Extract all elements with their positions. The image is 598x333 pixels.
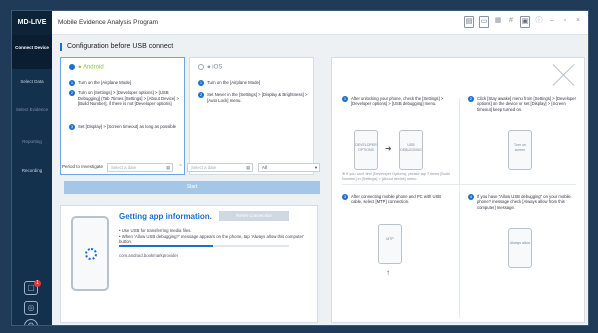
hash-icon[interactable]: #: [507, 16, 515, 28]
chevron-down-icon: ▾: [314, 165, 317, 170]
sidebar-item-reporting[interactable]: Reporting: [12, 139, 52, 145]
progress-fill: [119, 245, 213, 247]
filter-select[interactable]: All ▾: [258, 163, 320, 172]
divider: [342, 184, 576, 185]
main-panel: Configuration before USB connect ● Andro…: [52, 35, 588, 325]
info-text: When 'Allow USB debugging?' message appe…: [119, 233, 305, 245]
filter-value: All: [262, 165, 267, 170]
android-label: Android: [82, 64, 104, 71]
settings-icon[interactable]: ⚙: [24, 319, 38, 325]
radio-unselected-icon[interactable]: [198, 64, 204, 70]
ios-radio[interactable]: ● iOS: [198, 64, 222, 71]
package-name: com.android.bookmarkprovider: [119, 253, 179, 258]
getting-info-panel: Getting app information. Reset Connectio…: [60, 205, 318, 323]
phone-turn-on-screen: Turn on screen: [508, 130, 532, 170]
guide-step-1: 1 After unlocking your phone, check the […: [342, 96, 444, 107]
phone-usb-debugging: USB DEBUGGING: [399, 130, 423, 170]
sidebar-item-select-evidence[interactable]: Select Evidence: [12, 107, 52, 113]
step-text: Click [Stay awake] menu from [Settings] …: [477, 96, 577, 112]
database-icon[interactable]: ◎: [24, 301, 38, 315]
minimize-icon[interactable]: –: [548, 16, 556, 28]
period-text: Period to Investigate: [62, 164, 104, 169]
step-text: If you have "Allow USB debugging" on you…: [477, 194, 571, 210]
info-text: Use USB for transferring media files.: [121, 228, 192, 233]
restore-icon[interactable]: ▫: [561, 16, 569, 28]
date-from-input[interactable]: Select a date ▦: [107, 163, 173, 172]
title-bar: MD-LIVE Mobile Evidence Analysis Program…: [12, 11, 588, 35]
progress-bar: [119, 245, 289, 247]
step-text: Turn on [Settings] > [Developer options]…: [78, 90, 180, 107]
step-text: Turn on the [Airplane Mode]: [207, 80, 261, 85]
phone-mtp: MTP: [378, 224, 402, 264]
sidebar: Connect Device Select Data Select Eviden…: [12, 35, 52, 325]
guide-step-3: 3 After connecting mobile phone and PC wi…: [342, 194, 442, 205]
android-radio[interactable]: ● Android: [69, 64, 104, 71]
sidebar-item-connect-device[interactable]: Connect Device: [12, 35, 52, 69]
notification-badge: 1: [34, 280, 41, 287]
info-icon[interactable]: ⓘ: [535, 16, 543, 28]
date-from-placeholder: Select a date: [111, 165, 137, 170]
apple-logo-icon: ●: [207, 64, 211, 71]
phone-dev-options: DEVELOPER OPTIONS: [354, 130, 378, 170]
guide-note: ※ If you can't find [Developer Options],…: [342, 172, 450, 181]
android-step-1: 1 Turn on the [Airplane Mode]: [69, 80, 132, 86]
loading-spinner-icon: [85, 248, 97, 260]
report-icon[interactable]: ▤: [464, 16, 474, 28]
step-text: Set Never in the [Settings] > [Display &…: [207, 92, 308, 103]
section-title: Configuration before USB connect: [60, 43, 173, 51]
app-window: MD-LIVE Mobile Evidence Analysis Program…: [11, 10, 589, 326]
phone-always-allow: Always allow: [508, 228, 532, 268]
divider: [459, 98, 460, 318]
getting-title: Getting app information.: [119, 212, 212, 221]
guide-step-2: 2 Click [Stay awake] menu from [Settings]…: [468, 96, 577, 112]
info-line-2: • When 'Allow USB debugging?' message ap…: [119, 233, 305, 245]
ios-step-2: 2 Set Never in the [Settings] > [Display …: [198, 92, 308, 103]
start-button[interactable]: Start: [64, 181, 320, 194]
date-to-placeholder: Select a date: [191, 165, 217, 170]
app-title: Mobile Evidence Analysis Program: [58, 19, 159, 26]
date-to-input[interactable]: Select a date ▦: [187, 163, 253, 172]
sidebar-item-recording[interactable]: Recording: [12, 168, 52, 174]
guide-step-4: 4 If you have "Allow USB debugging" on yo…: [468, 194, 571, 210]
reset-connection-button[interactable]: Reset Connection: [219, 211, 289, 221]
toolbar: ▤ ▭ ▦ # ▣ ⓘ – ▫ ×: [464, 16, 582, 28]
image-icon[interactable]: ▣: [520, 16, 530, 28]
step-text: After connecting mobile phone and PC wit…: [351, 194, 442, 205]
guide-panel: 1 After unlocking your phone, check the […: [331, 57, 585, 323]
step-text: Set [Display] > [Screen timeout] as long…: [78, 124, 177, 129]
step-text: After unlocking your phone, check the [S…: [351, 96, 444, 107]
sidebar-item-select-data[interactable]: Select Data: [12, 79, 52, 85]
android-logo-icon: ●: [78, 64, 82, 71]
android-step-3: 3 Set [Display] > [Screen timeout] as lon…: [69, 124, 177, 130]
grid-icon[interactable]: ▦: [494, 16, 502, 28]
calendar-icon[interactable]: ▦: [166, 164, 170, 171]
android-card[interactable]: ● Android 1 Turn on the [Airplane Mode] 2…: [60, 57, 185, 175]
ios-card[interactable]: ● iOS 1 Turn on the [Airplane Mode] 2 Set …: [189, 57, 314, 175]
radio-selected-icon[interactable]: [69, 64, 75, 70]
monitor-icon[interactable]: ▭: [479, 16, 489, 28]
android-step-2: 2 Turn on [Settings] > [Developer options…: [69, 90, 180, 107]
calendar-icon[interactable]: ▦: [246, 164, 250, 171]
arrow-up-icon: ↑: [386, 268, 390, 277]
arrow-right-icon: ➜: [385, 144, 392, 153]
close-guide-icon[interactable]: [551, 62, 577, 88]
step-text: Turn on the [Airplane Mode]: [78, 80, 132, 85]
getting-info: • Use USB for transferring media files. …: [119, 228, 309, 245]
phone-illustration: [71, 216, 109, 291]
range-tilde: ~: [179, 163, 182, 169]
ios-label: iOS: [212, 64, 223, 71]
ios-step-1: 1 Turn on the [Airplane Mode]: [198, 80, 261, 86]
app-logo: MD-LIVE: [12, 11, 52, 35]
close-icon[interactable]: ×: [574, 16, 582, 28]
